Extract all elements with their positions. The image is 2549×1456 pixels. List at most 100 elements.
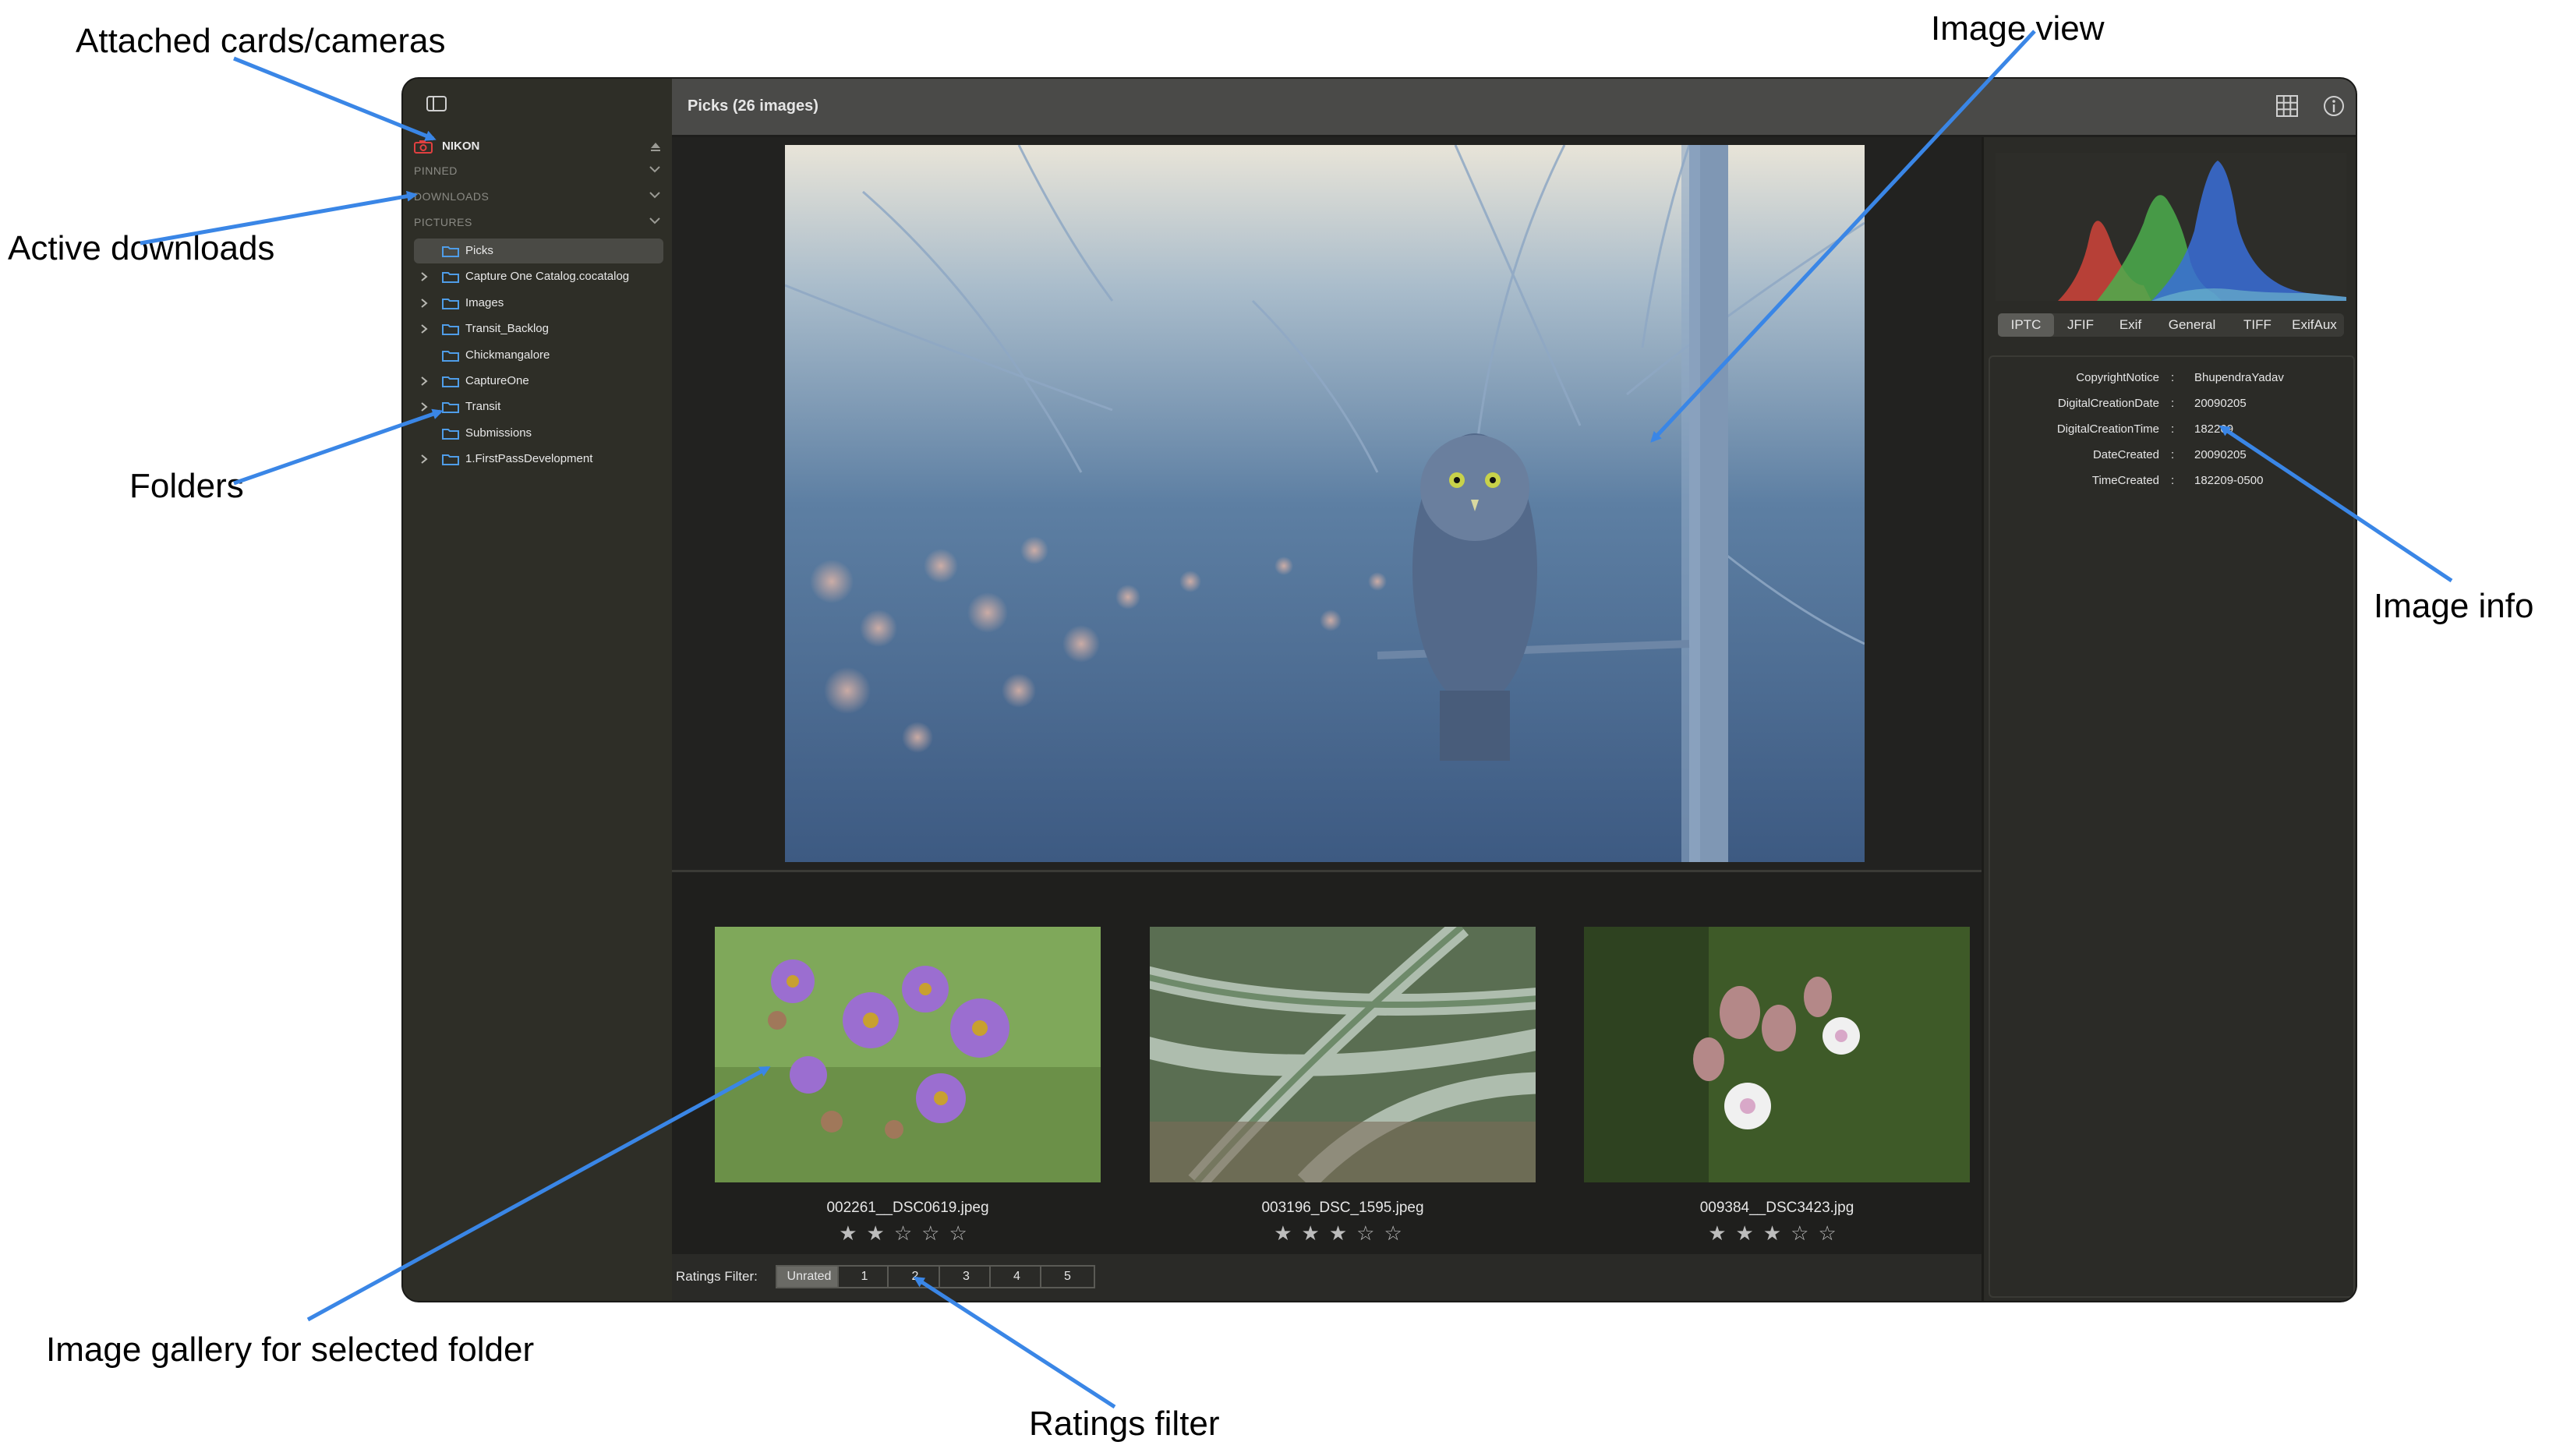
metadata-value: 182209-0500	[2194, 474, 2264, 487]
star-rating[interactable]: ★★★☆☆	[1150, 1221, 1536, 1246]
rating-filter-5[interactable]: 5	[1040, 1265, 1095, 1288]
thumbnail-filename: 003196_DSC_1595.jpeg	[1261, 1200, 1424, 1216]
chevron-down-icon[interactable]	[649, 164, 661, 174]
star-filled-icon[interactable]: ★	[1274, 1221, 1301, 1245]
metadata-separator: :	[2171, 371, 2175, 384]
star-empty-icon[interactable]: ☆	[1384, 1221, 1411, 1245]
star-empty-icon[interactable]: ☆	[1818, 1221, 1845, 1245]
sidebar-folder-images[interactable]: Images	[403, 292, 672, 315]
eject-icon[interactable]	[650, 141, 661, 152]
tab-exif[interactable]: Exif	[2107, 313, 2154, 337]
chevron-right-icon[interactable]	[420, 376, 428, 387]
metadata-tabs: IPTC JFIF Exif General TIFF ExifAux	[1998, 313, 2344, 337]
metadata-separator: :	[2171, 397, 2175, 410]
sidebar-toggle-icon[interactable]	[426, 96, 447, 111]
hero-image-owl[interactable]	[785, 145, 1865, 862]
device-label: NIKON	[442, 140, 480, 153]
sidebar-folder-picks[interactable]: Picks	[403, 239, 672, 263]
app-window: NIKON PINNED DOWNLOADS PICTURES Picks Cap…	[403, 79, 2356, 1301]
metadata-list: CopyrightNotice: BhupendraYadav DigitalCre…	[1989, 355, 2355, 1298]
thumbnail-image[interactable]	[1584, 927, 1970, 1182]
star-filled-icon[interactable]: ★	[1736, 1221, 1763, 1245]
annotation-active-downloads: Active downloads	[8, 229, 275, 267]
rating-filter-3[interactable]: 3	[939, 1265, 994, 1288]
sidebar-folder-chickmangalore[interactable]: Chickmangalore	[403, 344, 672, 367]
grid-icon[interactable]	[2274, 93, 2300, 119]
metadata-key: TimeCreated	[2091, 474, 2159, 487]
chevron-down-icon[interactable]	[649, 190, 661, 200]
gallery-item[interactable]: 002261__DSC0619.jpeg ★★☆☆☆	[715, 872, 1101, 1254]
annotation-attached-cards: Attached cards/cameras	[76, 22, 446, 60]
sidebar-folder-capture-one-catalog-cocatalog[interactable]: Capture One Catalog.cocatalog	[403, 265, 672, 288]
thumbnail-image[interactable]	[1150, 927, 1536, 1182]
metadata-key: DigitalCreationTime	[2056, 422, 2159, 436]
star-rating[interactable]: ★★★☆☆	[1584, 1221, 1970, 1246]
sidebar-folder-transit[interactable]: Transit	[403, 395, 672, 419]
section-downloads[interactable]: DOWNLOADS	[403, 186, 672, 209]
sidebar-folder-transit-backlog[interactable]: Transit_Backlog	[403, 317, 672, 341]
sidebar-folder-captureone[interactable]: CaptureOne	[403, 369, 672, 393]
folder-label: CaptureOne	[465, 374, 529, 387]
info-icon[interactable]	[2321, 93, 2347, 119]
section-pinned[interactable]: PINNED	[403, 160, 672, 183]
chevron-right-icon[interactable]	[420, 271, 428, 282]
section-pictures[interactable]: PICTURES	[403, 211, 672, 235]
star-filled-icon[interactable]: ★	[1329, 1221, 1356, 1245]
chevron-right-icon[interactable]	[420, 323, 428, 334]
folder-label: 1.FirstPassDevelopment	[465, 452, 593, 466]
chevron-right-icon[interactable]	[420, 298, 428, 309]
rating-filter-1[interactable]: 1	[837, 1265, 892, 1288]
star-filled-icon[interactable]: ★	[1302, 1221, 1329, 1245]
star-filled-icon[interactable]: ★	[839, 1221, 866, 1245]
star-empty-icon[interactable]: ☆	[894, 1221, 921, 1245]
folder-icon	[442, 298, 459, 309]
star-filled-icon[interactable]: ★	[1763, 1221, 1791, 1245]
star-empty-icon[interactable]: ☆	[1791, 1221, 1818, 1245]
device-nikon[interactable]: NIKON	[403, 135, 672, 158]
tab-iptc[interactable]: IPTC	[1998, 313, 2054, 337]
sidebar-folder-submissions[interactable]: Submissions	[403, 422, 672, 445]
metadata-value: 20090205	[2194, 397, 2247, 410]
rating-filter-unrated[interactable]: Unrated	[776, 1265, 843, 1288]
thumbnail-image[interactable]	[715, 927, 1101, 1182]
metadata-row: CopyrightNotice: BhupendraYadav	[1990, 371, 2356, 394]
rating-filter-4[interactable]: 4	[989, 1265, 1045, 1288]
rating-filter-2[interactable]: 2	[887, 1265, 943, 1288]
metadata-key: CopyrightNotice	[2076, 371, 2159, 384]
folder-label: Transit_Backlog	[465, 322, 549, 336]
gallery-item[interactable]: 003196_DSC_1595.jpeg ★★★☆☆	[1150, 872, 1536, 1254]
chevron-down-icon[interactable]	[649, 216, 661, 225]
tab-tiff[interactable]: TIFF	[2230, 313, 2285, 337]
folder-icon	[442, 376, 459, 387]
tab-exifaux[interactable]: ExifAux	[2285, 313, 2344, 337]
metadata-key: DateCreated	[2092, 448, 2159, 461]
toolbar: Picks (26 images)	[672, 79, 2356, 137]
folder-icon	[442, 272, 459, 284]
star-rating[interactable]: ★★☆☆☆	[715, 1221, 1101, 1246]
metadata-value: 182209	[2194, 422, 2234, 436]
image-info-panel: IPTC JFIF Exif General TIFF ExifAux Copyright…	[1982, 137, 2356, 1301]
metadata-key: DigitalCreationDate	[2057, 397, 2159, 410]
star-filled-icon[interactable]: ★	[867, 1221, 894, 1245]
sidebar: NIKON PINNED DOWNLOADS PICTURES Picks Cap…	[403, 79, 674, 1301]
tab-jfif[interactable]: JFIF	[2054, 313, 2107, 337]
metadata-separator: :	[2171, 448, 2175, 461]
gallery-item[interactable]: 009384__DSC3423.jpg ★★★☆☆	[1584, 872, 1970, 1254]
star-empty-icon[interactable]: ☆	[921, 1221, 949, 1245]
annotation-folders: Folders	[129, 467, 244, 505]
annotation-image-view: Image view	[1931, 9, 2105, 48]
annotation-image-gallery: Image gallery for selected folder	[46, 1331, 535, 1369]
metadata-value: BhupendraYadav	[2194, 371, 2284, 384]
main-area: 002261__DSC0619.jpeg ★★☆☆☆ 003196_DSC_1595…	[672, 137, 1982, 1301]
star-empty-icon[interactable]: ☆	[949, 1221, 976, 1245]
sidebar-folder-1-firstpassdevelopment[interactable]: 1.FirstPassDevelopment	[403, 447, 672, 471]
star-empty-icon[interactable]: ☆	[1356, 1221, 1384, 1245]
metadata-row: DigitalCreationDate: 20090205	[1990, 397, 2356, 420]
folder-label: Capture One Catalog.cocatalog	[465, 270, 630, 284]
tab-general[interactable]: General	[2154, 313, 2230, 337]
folder-icon	[442, 428, 459, 440]
star-filled-icon[interactable]: ★	[1708, 1221, 1735, 1245]
chevron-right-icon[interactable]	[420, 401, 428, 412]
folder-label: Submissions	[465, 426, 532, 440]
chevron-right-icon[interactable]	[420, 454, 428, 465]
